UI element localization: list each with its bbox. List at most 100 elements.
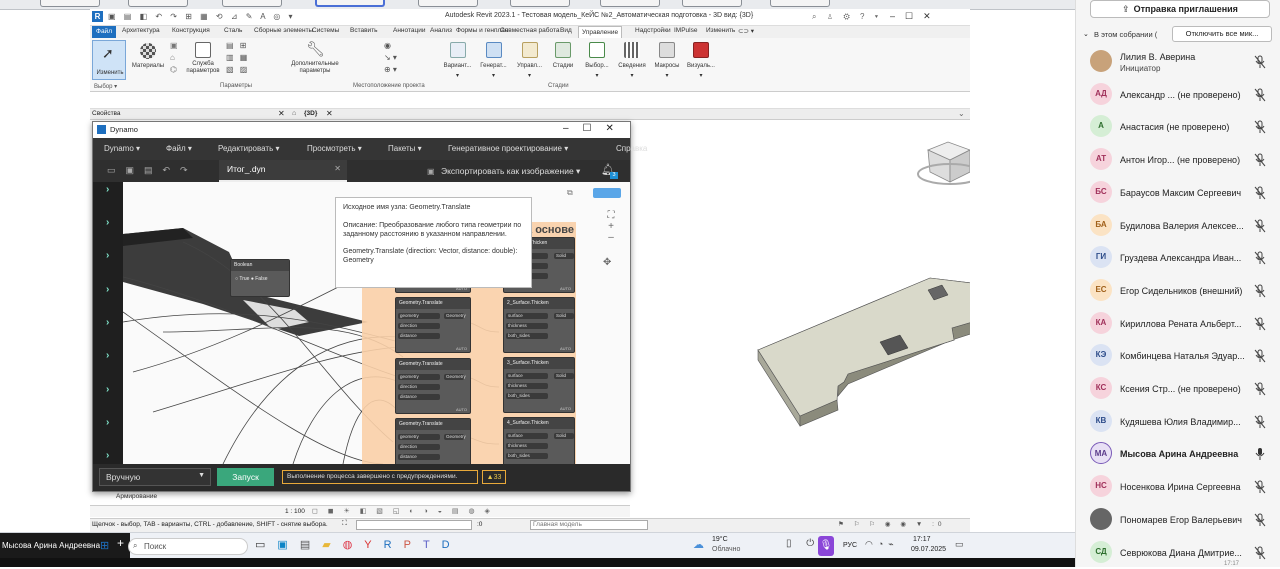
input-port[interactable]: surface (506, 373, 548, 379)
input-port[interactable]: distance (398, 454, 440, 460)
modify-button[interactable]: ➚ Изменить (92, 40, 126, 80)
visual-button[interactable]: Визуаль... ▾ (684, 40, 718, 80)
zoom-controls[interactable]: ⛶ + – (598, 210, 624, 243)
boolean-node[interactable]: Boolean ○ True ● False (230, 259, 290, 297)
revit-task-icon[interactable]: R (384, 539, 404, 551)
output-port[interactable]: Solid (554, 313, 574, 319)
select-button[interactable]: Выбор... ▾ (580, 40, 614, 80)
run-mode-dropdown[interactable]: Вручную ▼ (99, 468, 211, 486)
mic-muted-icon[interactable] (1254, 251, 1268, 267)
input-port[interactable]: thickness (506, 443, 548, 449)
dynamo-menu-item[interactable]: Пакеты ▾ (388, 144, 422, 153)
view-tab-3d[interactable]: {3D} (304, 110, 317, 117)
participant-row[interactable]: Пономарев Егор Валерьевич (1086, 504, 1276, 536)
mic-on-icon[interactable] (1254, 447, 1268, 463)
library-expand-chevron-icon[interactable]: › (106, 317, 109, 328)
mic-muted-icon[interactable] (1254, 546, 1268, 562)
ribbon-tab[interactable]: Сталь (224, 27, 242, 34)
scale-label[interactable]: 1 : 100 (285, 508, 305, 515)
ribbon-tab[interactable]: Сборные элементы (254, 27, 313, 34)
mic-muted-icon[interactable] (1254, 513, 1268, 529)
mic-muted-icon[interactable] (1254, 219, 1268, 235)
participant-row[interactable]: АТ Антон Игор... (не проверено) (1086, 144, 1276, 176)
export-image-button[interactable]: Экспортировать как изображение ▾ (441, 166, 580, 177)
participant-row[interactable]: БС Бараусов Максим Сергеевич (1086, 177, 1276, 209)
tab-close-icon[interactable]: ✕ (334, 164, 341, 173)
library-expand-chevron-icon[interactable]: › (106, 384, 109, 395)
participant-row[interactable]: МА Мысова Арина Андреевна (1086, 438, 1276, 470)
chrome-icon[interactable]: ◍ (343, 539, 365, 551)
properties-close-icon[interactable]: ✕ (278, 109, 285, 118)
parameter-service-button[interactable]: Служба параметров (183, 40, 223, 80)
participant-row[interactable]: КВ Кудяшева Юлия Владимир... (1086, 406, 1276, 438)
geometry-translate-node[interactable]: Geometry.Translate geometry direction dista… (395, 418, 471, 464)
mic-active-icon[interactable]: 🎙︎ (818, 536, 834, 556)
windows-start-icon[interactable]: ⊞ (100, 539, 109, 552)
taskbar-apps[interactable]: ▭▣▤▰◍YRPTD (255, 538, 505, 554)
browser-tab[interactable] (600, 0, 660, 7)
mic-muted-icon[interactable] (1254, 349, 1268, 365)
library-expand-chevron-icon[interactable]: › (106, 284, 109, 295)
mic-muted-icon[interactable] (1254, 120, 1268, 136)
dynamo-file-icons[interactable]: ▭▣▤↶↷ (107, 165, 198, 176)
dynamo-menu-item[interactable]: Dynamo ▾ (104, 144, 140, 153)
run-button[interactable]: Запуск (217, 468, 274, 486)
participant-row[interactable]: Лилия В. Аверина Инициатор (1086, 46, 1276, 78)
geometry-translate-node[interactable]: Geometry.Translate geometry direction dista… (395, 297, 471, 353)
ribbon-tab[interactable]: Системы (312, 27, 339, 34)
mic-muted-icon[interactable] (1254, 317, 1268, 333)
collapse-icon[interactable]: ⌄ (1083, 30, 1089, 38)
participant-row[interactable]: А Анастасия (не проверено) (1086, 111, 1276, 143)
taskbar-search[interactable]: Поиск ⌕ (128, 538, 248, 555)
3d-preview-icon[interactable]: ⧉ (567, 188, 573, 198)
window-controls[interactable]: –☐✕ (890, 11, 941, 22)
dynamo-menu-item[interactable]: Просмотреть ▾ (307, 144, 362, 153)
powerpoint-icon[interactable]: P (404, 539, 423, 551)
tab-file-itog[interactable]: Итог_.dyn ✕ (219, 160, 347, 182)
yandex-icon[interactable]: Y (364, 539, 383, 551)
boolean-options[interactable]: ○ True ● False (235, 276, 267, 282)
armirovanie-label[interactable]: Армирование (90, 493, 290, 505)
ribbon-tab[interactable]: Вставить (350, 27, 378, 34)
explorer-icon[interactable]: ▰ (322, 539, 342, 551)
mic-muted-icon[interactable] (1254, 186, 1268, 202)
warnings-badge[interactable]: ▲33 (482, 470, 506, 484)
mic-muted-icon[interactable] (1254, 284, 1268, 300)
mic-muted-icon[interactable] (1254, 480, 1268, 496)
mute-all-button[interactable]: Отключить все мик... (1172, 26, 1272, 42)
terminal-icon[interactable]: ▤ (300, 539, 322, 551)
surface-thicken-node[interactable]: 4_Surface.Thicken surface thickness both_si… (503, 417, 575, 464)
materials-button[interactable]: Материалы (130, 40, 166, 80)
participant-row[interactable]: АД Александр ... (не проверено) (1086, 79, 1276, 111)
info-button[interactable]: Сведения ▾ (615, 40, 649, 80)
ribbon-tab[interactable]: IMPulse (674, 27, 697, 34)
browser-tab[interactable] (682, 0, 742, 7)
additional-parameters-button[interactable]: 🔧︎ Дополнительные параметры (280, 40, 350, 80)
location-icons[interactable]: ◉ ↘ ▾ ⊕ ▾ (384, 40, 424, 80)
dynamo-window-controls[interactable]: –☐✕ (563, 123, 628, 134)
output-port[interactable]: Geometry (444, 374, 466, 380)
ribbon-tab[interactable]: Управление (578, 26, 623, 38)
ribbon-tab[interactable]: Анализ (430, 27, 452, 34)
input-port[interactable]: direction (398, 444, 440, 450)
clock-time[interactable]: 17:17 (913, 536, 931, 543)
browser-tab[interactable] (40, 0, 100, 7)
participant-row[interactable]: КС Ксения Стр... (не проверено) (1086, 373, 1276, 405)
browser-tab[interactable] (128, 0, 188, 7)
browser-tab[interactable] (418, 0, 478, 7)
phases-button[interactable]: Стадии (548, 40, 578, 80)
dynamo-menu-item[interactable]: Редактировать ▾ (218, 144, 280, 153)
output-port[interactable]: Geometry (444, 313, 466, 319)
ribbon-tab[interactable]: Файл (92, 26, 116, 38)
pan-icon[interactable]: ✥ (603, 257, 611, 268)
surface-thicken-node[interactable]: 2_Surface.Thicken surface thickness both_si… (503, 297, 575, 353)
filter-icon[interactable]: ⛶ (342, 520, 347, 528)
output-port[interactable]: Solid (554, 433, 574, 439)
input-port[interactable]: both_sides (506, 333, 548, 339)
variants-button[interactable]: Вариант... ▾ (440, 40, 475, 80)
library-expand-chevron-icon[interactable]: › (106, 184, 109, 195)
input-port[interactable]: geometry (398, 313, 440, 319)
quick-access-toolbar[interactable]: ▣ ▤ ◧ ↶ ↷ ⊞ ▦ ⟲ ⊿ ✎ Α ◎ ▾ (108, 12, 296, 21)
input-port[interactable]: both_sides (506, 393, 548, 399)
ribbon-tab[interactable]: Совместная работа (500, 27, 559, 34)
